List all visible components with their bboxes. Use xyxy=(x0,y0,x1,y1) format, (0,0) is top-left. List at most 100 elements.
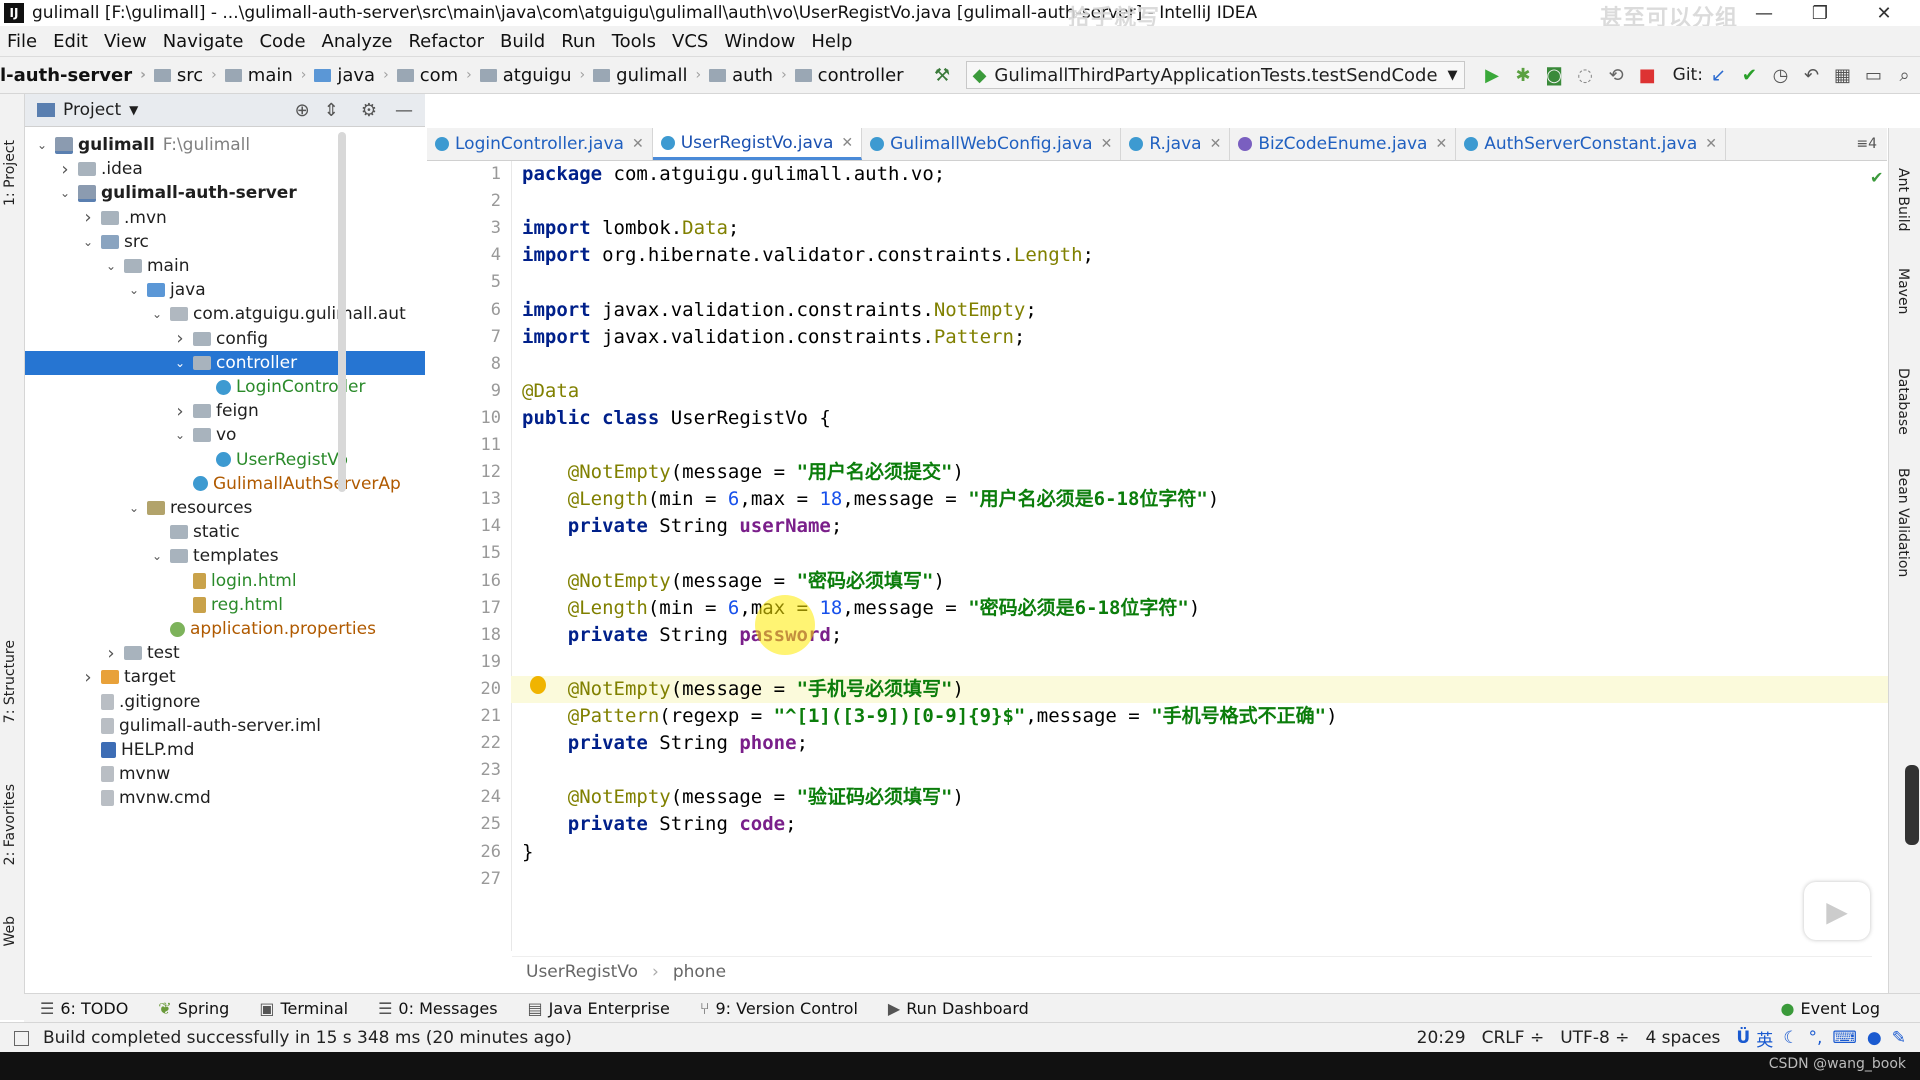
close-icon[interactable]: ✕ xyxy=(632,136,644,152)
status-message[interactable]: Build completed successfully in 15 s 348… xyxy=(43,1028,572,1048)
caret-position[interactable]: 20:29 xyxy=(1417,1028,1466,1048)
lightbulb-icon[interactable] xyxy=(530,676,546,694)
line-number[interactable]: 10 xyxy=(431,405,501,432)
tab-r[interactable]: R.java ✕ xyxy=(1121,128,1231,160)
tab-ant-build[interactable]: Ant Build xyxy=(1895,168,1911,232)
nav-crumb-controller[interactable]: controller xyxy=(794,65,904,86)
chevron-down-icon[interactable]: ⌄ xyxy=(104,259,118,273)
tab-userregistvo[interactable]: UserRegistVo.java ✕ xyxy=(652,128,863,160)
menu-window[interactable]: Window xyxy=(717,31,804,52)
menu-code[interactable]: Code xyxy=(252,31,314,52)
tree-item[interactable]: ⌄ java xyxy=(25,278,425,302)
ime-icon[interactable]: Ü xyxy=(1736,1028,1750,1048)
chevron-down-icon[interactable]: ⌄ xyxy=(58,186,72,200)
tool-java-enterprise[interactable]: ▤ Java Enterprise xyxy=(528,999,670,1018)
tree-item[interactable]: ⌄ resources xyxy=(25,496,425,520)
tree-item[interactable]: application.properties xyxy=(25,617,425,641)
code-line[interactable]: } xyxy=(522,839,533,866)
line-number[interactable]: 14 xyxy=(431,513,501,540)
close-icon[interactable]: ✕ xyxy=(1856,0,1912,26)
tree-item[interactable]: login.html xyxy=(25,569,425,593)
code-line[interactable]: @NotEmpty(message = "密码必须填写") xyxy=(522,568,945,595)
search-icon[interactable]: ⌕ xyxy=(1894,62,1915,88)
tab-structure[interactable]: 7: Structure xyxy=(2,640,18,723)
tree-item[interactable]: ⌄ templates xyxy=(25,544,425,568)
video-play-icon[interactable]: ▶ xyxy=(1804,882,1870,940)
tree-item[interactable]: ⌄ gulimall F:\gulimall xyxy=(25,133,425,157)
tree-item[interactable]: › feign xyxy=(25,399,425,423)
nav-crumb-module[interactable]: l-auth-server › xyxy=(0,65,146,86)
presentation-icon[interactable]: ▭ xyxy=(1863,62,1884,88)
nav-crumb-java[interactable]: java › xyxy=(314,65,389,86)
tree-item[interactable]: ⌄ src xyxy=(25,230,425,254)
line-number[interactable]: 26 xyxy=(431,839,501,866)
line-number[interactable]: 23 xyxy=(431,757,501,784)
menu-refactor[interactable]: Refactor xyxy=(401,31,493,52)
tree-item[interactable]: reg.html xyxy=(25,593,425,617)
line-number[interactable]: 11 xyxy=(431,432,501,459)
chevron-right-icon[interactable]: › xyxy=(81,207,95,228)
run-icon[interactable]: ▶ xyxy=(1482,62,1503,88)
inspection-ok-icon[interactable]: ✔ xyxy=(1870,168,1883,187)
line-number[interactable]: 7 xyxy=(431,324,501,351)
menu-tools[interactable]: Tools xyxy=(605,31,665,52)
nav-crumb-com[interactable]: com › xyxy=(396,65,472,86)
side-scroll-knob[interactable] xyxy=(1905,765,1919,845)
profile-icon[interactable]: ◌ xyxy=(1575,62,1596,88)
chevron-down-icon[interactable]: ⌄ xyxy=(127,501,141,515)
coverage-icon[interactable]: ◙ xyxy=(1544,62,1565,88)
line-number[interactable]: 9 xyxy=(431,378,501,405)
code-line[interactable]: public class UserRegistVo { xyxy=(522,405,831,432)
tree-item[interactable]: HELP.md xyxy=(25,738,425,762)
tab-web[interactable]: Web xyxy=(2,916,18,947)
close-icon[interactable]: ✕ xyxy=(1705,136,1717,152)
tab-project[interactable]: 1: Project xyxy=(2,140,18,206)
tree-scrollbar[interactable] xyxy=(338,132,346,492)
reload-icon[interactable]: ⟲ xyxy=(1606,62,1627,88)
git-rollback-icon[interactable]: ↶ xyxy=(1801,62,1822,88)
line-number[interactable]: 5 xyxy=(431,269,501,296)
code-line[interactable]: import lombok.Data; xyxy=(522,215,739,242)
stop-icon[interactable]: ■ xyxy=(1637,62,1658,88)
code-line[interactable]: private String phone; xyxy=(522,730,808,757)
tool-spring[interactable]: ❦ Spring xyxy=(158,999,229,1018)
line-number[interactable]: 25 xyxy=(431,811,501,838)
code-line[interactable]: import javax.validation.constraints.NotE… xyxy=(522,297,1037,324)
chevron-down-icon[interactable]: ⌄ xyxy=(150,307,164,321)
tool-version-control[interactable]: ⑂ 9: Version Control xyxy=(700,999,858,1018)
status-panel-icon[interactable] xyxy=(14,1030,29,1046)
menu-edit[interactable]: Edit xyxy=(46,31,97,52)
line-number[interactable]: 20 xyxy=(431,676,501,703)
chevron-down-icon[interactable]: ⌄ xyxy=(150,549,164,563)
chevron-down-icon[interactable]: ⌄ xyxy=(35,138,49,152)
chevron-down-icon[interactable]: ⌄ xyxy=(127,283,141,297)
code-line[interactable]: @NotEmpty(message = "用户名必须提交") xyxy=(522,459,964,486)
tab-bizcodeenume[interactable]: BizCodeEnume.java ✕ xyxy=(1230,128,1457,160)
code-line[interactable]: @Length(min = 6,max = 18,message = "密码必须… xyxy=(522,595,1201,622)
chevron-right-icon[interactable]: › xyxy=(81,667,95,688)
chevron-down-icon[interactable]: ▼ xyxy=(129,103,138,117)
git-history-icon[interactable]: ◷ xyxy=(1770,62,1791,88)
line-number[interactable]: 15 xyxy=(431,540,501,567)
tree-item[interactable]: .gitignore xyxy=(25,690,425,714)
ime-language[interactable]: 英 xyxy=(1756,1026,1773,1051)
minimize-icon[interactable]: — xyxy=(1736,0,1792,26)
code-line[interactable]: @Pattern(regexp = "^[1]([3-9])[0-9]{9}$"… xyxy=(522,703,1338,730)
line-number[interactable]: 12 xyxy=(431,459,501,486)
line-number[interactable]: 21 xyxy=(431,703,501,730)
debug-icon[interactable]: ✱ xyxy=(1513,62,1534,88)
file-encoding[interactable]: UTF-8 ÷ xyxy=(1560,1028,1629,1048)
code-line[interactable]: @Length(min = 6,max = 18,message = "用户名必… xyxy=(522,486,1220,513)
menu-build[interactable]: Build xyxy=(493,31,554,52)
tree-item[interactable]: UserRegistVo xyxy=(25,448,425,472)
code-line[interactable]: package com.atguigu.gulimall.auth.vo; xyxy=(522,161,945,188)
tree-item[interactable]: › config xyxy=(25,327,425,351)
tab-logincontroller[interactable]: LoginController.java ✕ xyxy=(427,128,653,160)
punctuation-icon[interactable]: °, xyxy=(1808,1028,1822,1048)
locate-icon[interactable]: ⊕ xyxy=(295,100,310,121)
code-editor[interactable]: package com.atguigu.gulimall.auth.vo; imp… xyxy=(511,161,1892,951)
line-number[interactable]: 19 xyxy=(431,649,501,676)
nav-crumb-gulimall[interactable]: gulimall › xyxy=(593,65,701,86)
close-icon[interactable]: ✕ xyxy=(1435,136,1447,152)
tool-messages[interactable]: ☰ 0: Messages xyxy=(378,999,497,1018)
